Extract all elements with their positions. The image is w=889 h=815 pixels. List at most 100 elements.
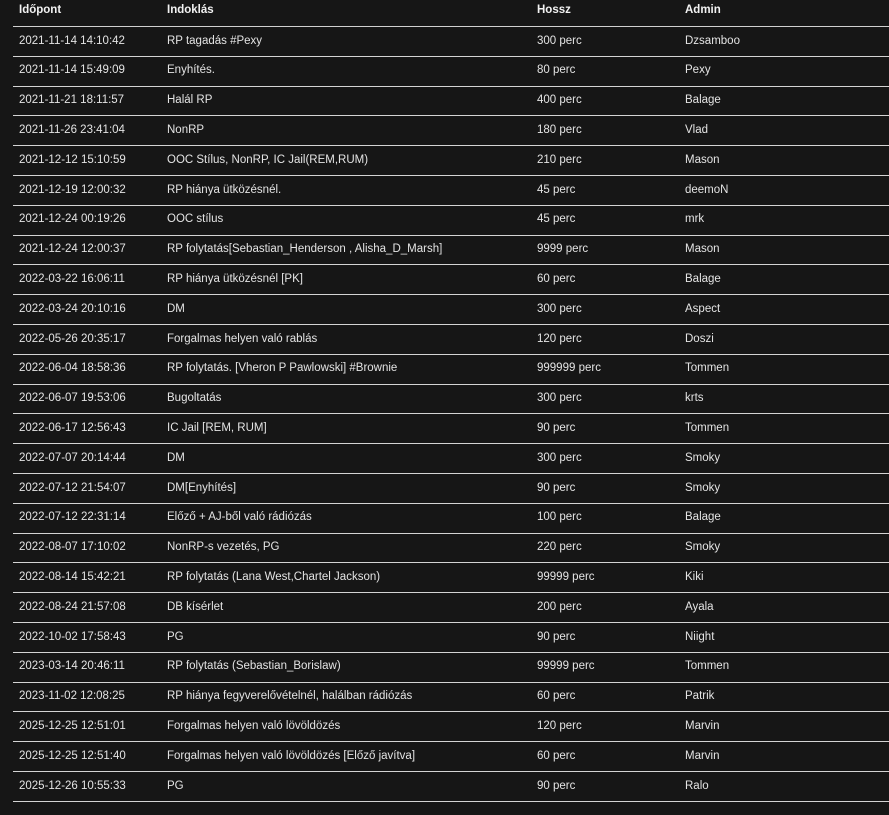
table-header: Időpont Indoklás Hossz Admin [13,0,889,27]
cell-duration: 200 perc [537,600,582,613]
table-row: 2025-12-25 12:51:01 Forgalmas helyen való… [13,712,889,742]
table-row: 2022-08-14 15:42:21 RP folytatás (Lana We… [13,563,889,593]
cell-reason: RP folytatás (Lana West,Chartel Jackson) [167,570,381,583]
cell-reason: RP tagadás #Pexy [167,34,263,47]
cell-admin: Ralo [685,779,709,792]
table-row: 2021-11-26 23:41:04 NonRP 180 perc Vlad [13,116,889,146]
cell-time: 2022-08-14 15:42:21 [19,570,126,583]
column-header-admin: Admin [679,0,889,27]
cell-duration: 300 perc [537,451,582,464]
column-header-admin-label: Admin [685,4,721,17]
table-row: 2021-12-24 00:19:26 OOC stílus 45 perc mrk [13,205,889,236]
cell-admin: Niight [685,630,715,643]
table-row: 2021-12-24 12:00:37 RP folytatás[Sebastia… [13,235,889,265]
cell-duration: 45 perc [537,183,576,196]
table-row: 2021-11-21 18:11:57 Halál RP 400 perc Balag… [13,86,889,116]
cell-duration: 45 perc [537,213,576,226]
cell-reason: DB kísérlet [167,600,224,613]
cell-time: 2021-12-24 00:19:26 [19,213,126,226]
column-header-time-label: Időpont [19,4,62,17]
cell-admin: Marvin [685,719,720,732]
jail-history-table-container: Időpont Indoklás Hossz Admin 2021-11-14 … [13,0,889,802]
cell-time: 2021-11-21 18:11:57 [19,94,125,107]
table-row: 2022-07-12 22:31:14 Előző + AJ-ből való r… [13,503,889,534]
cell-time: 2022-07-12 21:54:07 [19,481,126,494]
table-row: 2021-11-14 15:49:09 Enyhítés. 80 perc Pexy [13,56,889,87]
cell-reason: Forgalmas helyen való lövöldözés [Előző … [167,749,416,762]
cell-duration: 60 perc [537,690,576,703]
cell-admin: Aspect [685,302,721,315]
cell-reason: Előző + AJ-ből való rádiózás [167,511,312,524]
cell-reason: PG [167,630,184,643]
table-row: 2022-08-07 17:10:02 NonRP-s vezetés, PG 22… [13,533,889,563]
table-row: 2022-05-26 20:35:17 Forgalmas helyen való… [13,324,889,355]
cell-admin: Tommen [685,660,730,673]
cell-duration: 90 perc [537,630,576,643]
cell-duration: 60 perc [537,749,576,762]
table-row: 2025-12-26 10:55:33 PG 90 perc Ralo [13,771,889,802]
table-row: 2025-12-25 12:51:40 Forgalmas helyen való… [13,742,889,772]
cell-reason: DM [167,302,185,315]
cell-reason: RP hiánya ütközésnél [PK] [167,273,303,286]
jail-history-table: Időpont Indoklás Hossz Admin 2021-11-14 … [13,0,889,802]
cell-admin: Tommen [685,362,730,375]
cell-time: 2021-12-24 12:00:37 [19,243,126,256]
cell-reason: RP folytatás[Sebastian_Henderson , Alish… [167,243,443,256]
cell-admin: deemoN [685,183,729,196]
cell-time: 2021-11-14 14:10:42 [19,34,125,47]
cell-time: 2025-12-25 12:51:01 [19,719,126,732]
table-row: 2022-08-24 21:57:08 DB kísérlet 200 perc Ay… [13,593,889,623]
table-row: 2021-12-19 12:00:32 RP hiánya ütközésnél.… [13,175,889,206]
cell-duration: 300 perc [537,34,582,47]
cell-admin: krts [685,392,704,405]
cell-admin: Smoky [685,451,721,464]
cell-reason: IC Jail [REM, RUM] [167,422,267,434]
cell-time: 2022-07-12 22:31:14 [19,511,126,524]
table-row: 2022-03-22 16:06:11 RP hiánya ütközésnél … [13,265,889,295]
cell-admin: Marvin [685,749,720,762]
cell-reason: NonRP-s vezetés, PG [167,541,280,554]
cell-admin: Mason [685,153,720,166]
cell-duration: 220 perc [537,541,582,554]
cell-admin: Doszi [685,332,714,345]
table-row: 2022-07-07 20:14:44 DM 300 perc Smoky [13,444,889,474]
cell-time: 2022-07-07 20:14:44 [19,451,126,464]
cell-time: 2022-08-24 21:57:08 [19,600,126,613]
table-row: 2022-10-02 17:58:43 PG 90 perc Niight [13,622,889,653]
cell-time: 2025-12-26 10:55:33 [19,779,126,792]
cell-duration: 90 perc [537,422,576,434]
column-header-reason: Indoklás [161,0,531,27]
cell-admin: Vlad [685,124,709,137]
column-header-time: Időpont [13,0,161,27]
column-header-duration-label: Hossz [537,4,571,17]
cell-reason: RP hiánya fegyverelővételnél, halálban r… [167,690,413,703]
cell-time: 2022-06-07 19:53:06 [19,392,126,405]
cell-admin: Balage [685,94,721,107]
cell-reason: NonRP [167,124,205,137]
cell-time: 2021-11-26 23:41:04 [19,124,125,137]
cell-admin: Mason [685,243,720,256]
cell-duration: 180 perc [537,124,582,137]
table-row: 2022-03-24 20:10:16 DM 300 perc Aspect [13,295,889,325]
cell-admin: Ayala [685,600,714,613]
cell-reason: RP folytatás (Sebastian_Borislaw) [167,660,341,673]
table-row: 2023-03-14 20:46:11 RP folytatás (Sebasti… [13,652,889,683]
cell-duration: 90 perc [537,481,576,494]
cell-time: 2021-12-19 12:00:32 [19,183,126,196]
cell-admin: Smoky [685,541,721,554]
cell-reason: Forgalmas helyen való rablás [167,332,318,345]
cell-reason: Halál RP [167,94,213,107]
cell-duration: 300 perc [537,302,582,315]
cell-admin: Balage [685,511,721,524]
cell-time: 2022-06-17 12:56:43 [19,422,126,434]
cell-time: 2025-12-25 12:51:40 [19,749,126,762]
cell-duration: 9999 perc [537,243,589,256]
cell-time: 2022-08-07 17:10:02 [19,541,126,554]
cell-time: 2022-03-24 20:10:16 [19,302,126,315]
cell-reason: RP hiánya ütközésnél. [167,183,282,196]
cell-reason: OOC stílus [167,213,224,226]
cell-duration: 90 perc [537,779,576,792]
table-row: 2021-11-14 14:10:42 RP tagadás #Pexy 300 p… [13,27,889,57]
cell-admin: mrk [685,213,705,226]
cell-reason: DM [167,451,185,464]
